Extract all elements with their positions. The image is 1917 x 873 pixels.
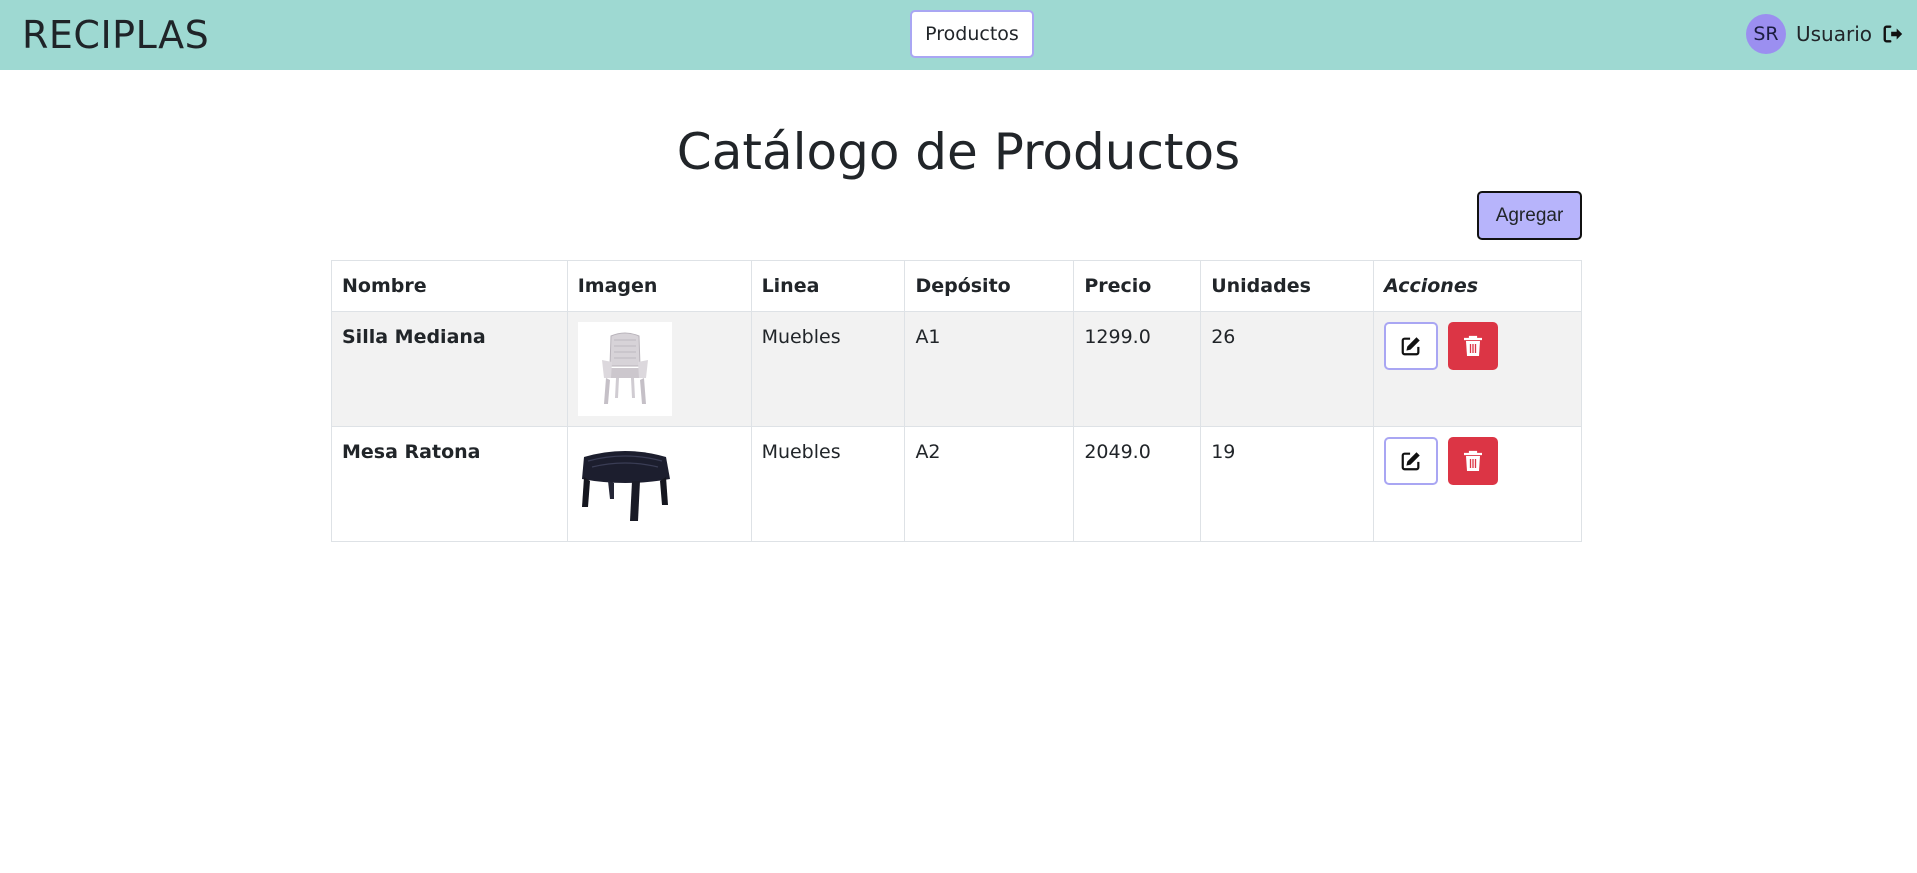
brand-logo[interactable]: RECIPLAS: [22, 12, 209, 58]
column-header: Linea: [750, 260, 906, 312]
add-product-button[interactable]: Agregar: [1477, 191, 1582, 240]
column-header: Imagen: [566, 260, 752, 312]
nav-productos-button[interactable]: Productos: [910, 10, 1034, 58]
cell-imagen: [566, 311, 752, 427]
table-row: Silla Mediana Muebles A1 1299.0 26: [331, 311, 1582, 427]
table-header-row: Nombre Imagen Linea Depósito Precio Unid…: [331, 260, 1582, 312]
cell-linea: Muebles: [750, 311, 906, 427]
cell-acciones: [1373, 311, 1582, 427]
user-menu[interactable]: SR Usuario: [1746, 14, 1904, 54]
avatar: SR: [1746, 14, 1786, 54]
table-image: [577, 437, 672, 531]
user-name: Usuario: [1796, 22, 1873, 46]
delete-button[interactable]: [1448, 437, 1499, 485]
edit-button[interactable]: [1384, 322, 1439, 370]
chair-image: [577, 322, 672, 416]
edit-icon: [1401, 452, 1420, 471]
cell-nombre: Mesa Ratona: [331, 426, 568, 542]
page-title: Catálogo de Productos: [676, 123, 1241, 181]
trash-icon: [1464, 335, 1483, 356]
top-navbar: RECIPLAS Productos SR Usuario: [0, 0, 1917, 70]
delete-button[interactable]: [1448, 322, 1499, 370]
column-header: Nombre: [331, 260, 568, 312]
products-table: Nombre Imagen Linea Depósito Precio Unid…: [331, 260, 1582, 542]
column-header: Unidades: [1200, 260, 1375, 312]
cell-linea: Muebles: [750, 426, 906, 542]
edit-icon: [1401, 337, 1420, 356]
cell-nombre: Silla Mediana: [331, 311, 568, 427]
cell-deposito: A1: [904, 311, 1075, 427]
cell-unidades: 26: [1200, 311, 1375, 427]
cell-imagen: [566, 426, 752, 542]
column-header: Acciones: [1373, 260, 1582, 312]
cell-acciones: [1373, 426, 1582, 542]
table-row: Mesa Ratona Muebles A2 2049.0 19: [331, 426, 1582, 542]
column-header: Precio: [1073, 260, 1202, 312]
cell-precio: 1299.0: [1073, 311, 1202, 427]
column-header: Depósito: [904, 260, 1075, 312]
cell-precio: 2049.0: [1073, 426, 1202, 542]
cell-unidades: 19: [1200, 426, 1375, 542]
trash-icon: [1464, 450, 1483, 471]
logout-icon[interactable]: [1882, 23, 1904, 45]
cell-deposito: A2: [904, 426, 1075, 542]
edit-button[interactable]: [1384, 437, 1439, 485]
